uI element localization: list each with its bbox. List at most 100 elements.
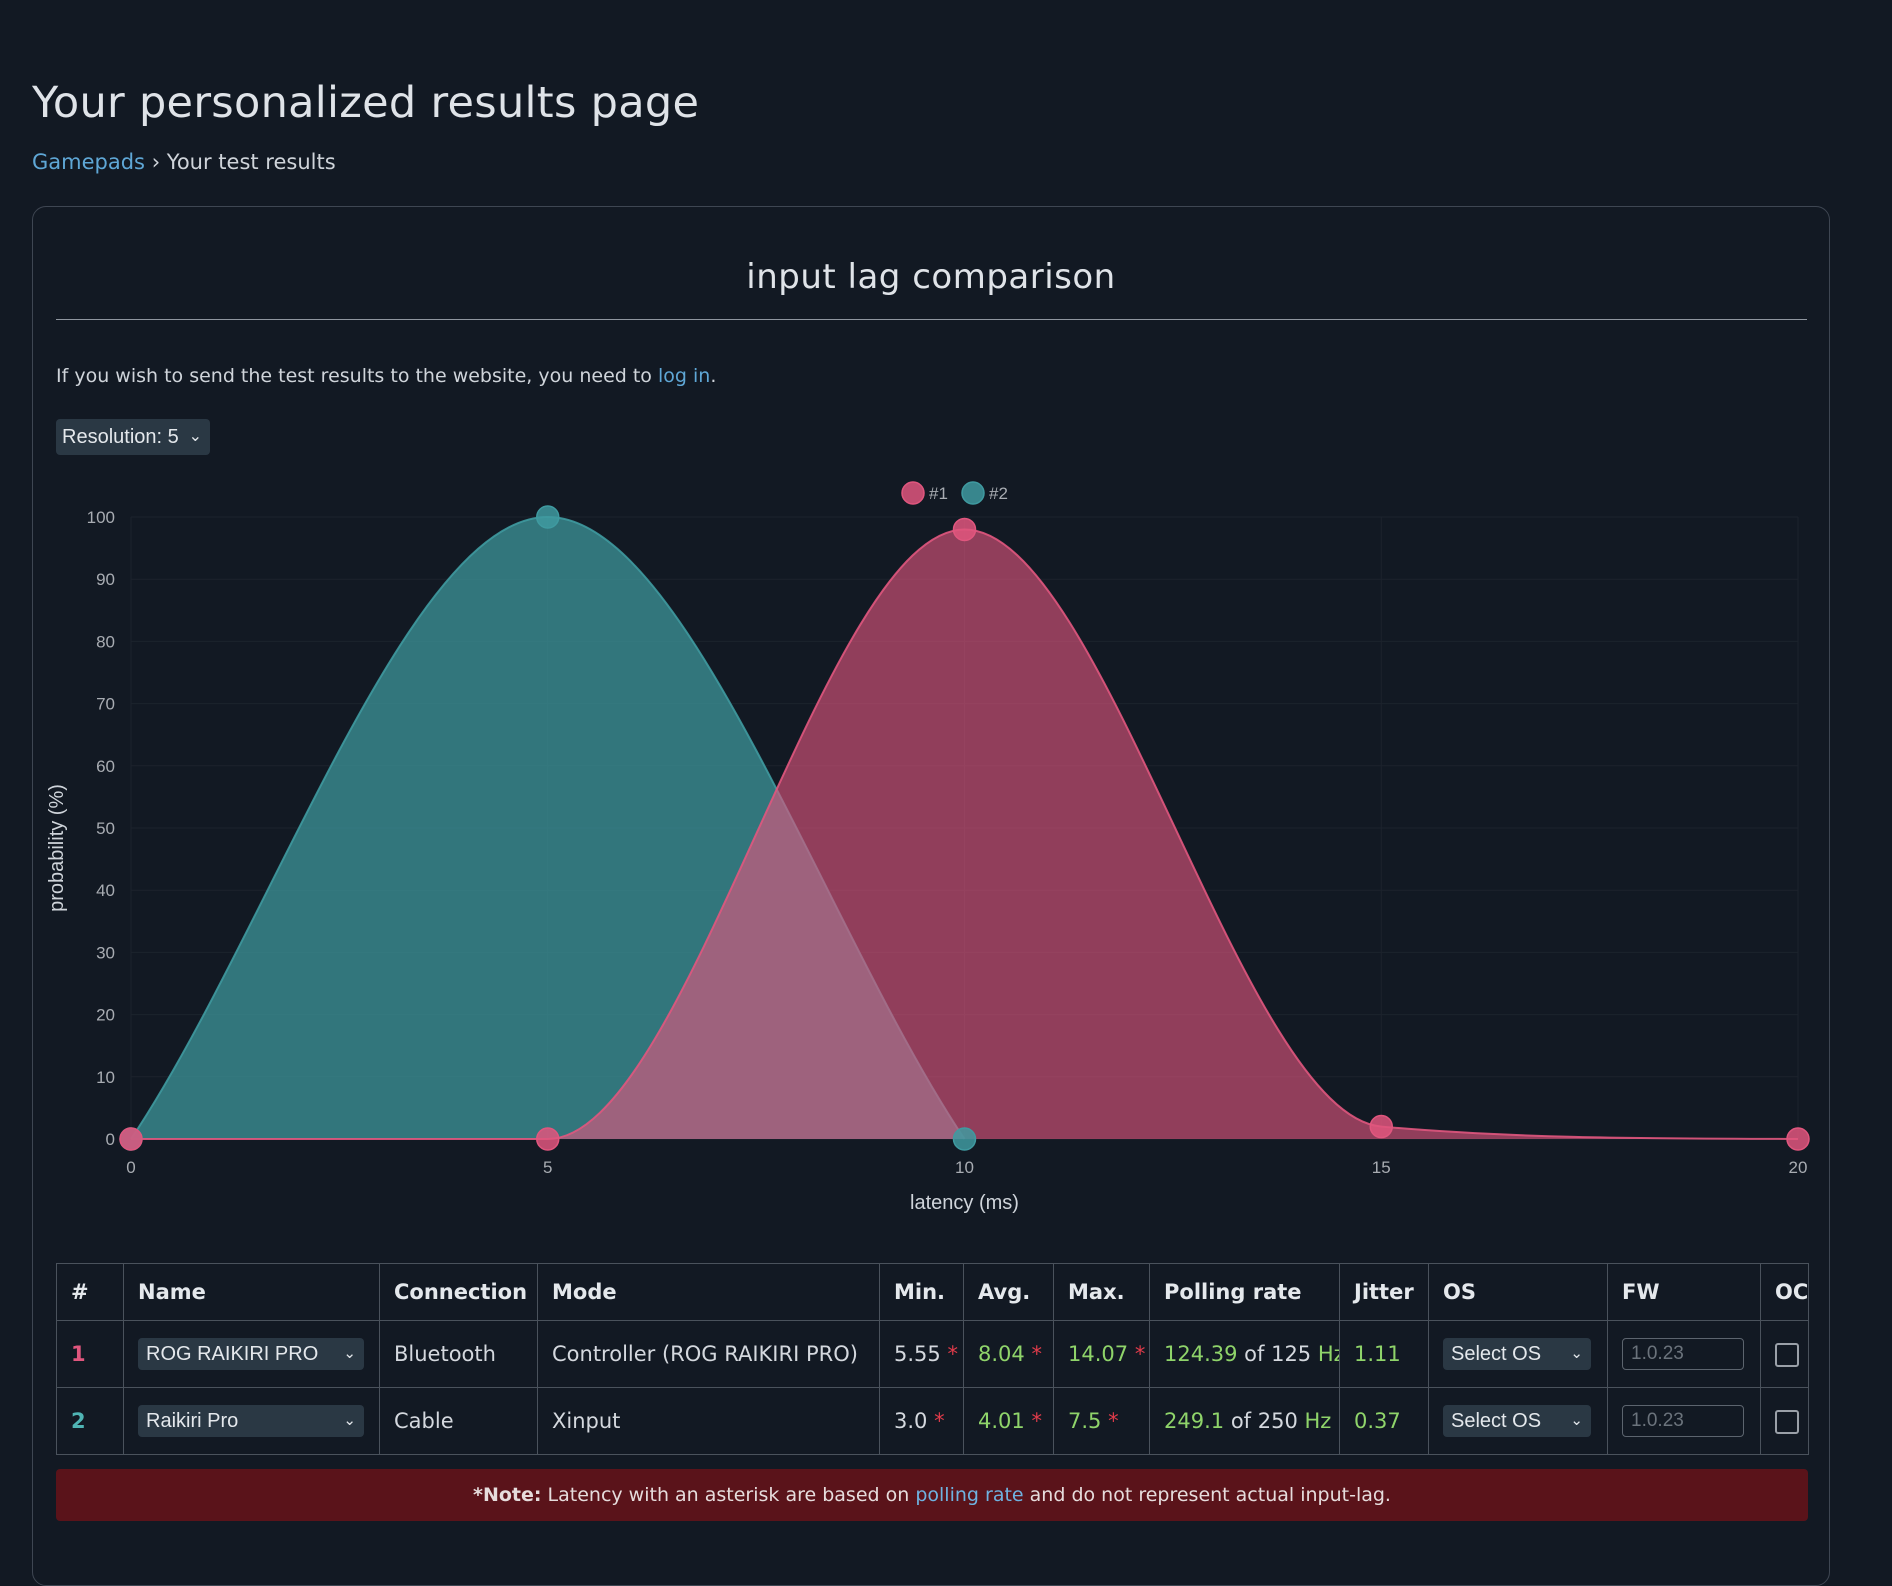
os-cell: Select OS ⌄	[1428, 1387, 1608, 1455]
y-tick-label: 20	[96, 1006, 115, 1025]
y-tick-label: 30	[96, 943, 115, 962]
avg-cell: 8.04 *	[963, 1320, 1054, 1388]
y-tick-label: 50	[96, 819, 115, 838]
asterisk-mark: *	[1134, 1342, 1146, 1366]
y-tick-label: 80	[96, 632, 115, 651]
header-connection: Connection	[379, 1263, 538, 1321]
y-tick-label: 90	[96, 570, 115, 589]
polling-rate-cell: 249.1 of 250 Hz	[1149, 1387, 1340, 1455]
data-point	[536, 505, 560, 529]
max-value: 7.5	[1068, 1409, 1102, 1433]
chart-legend: #1 #2	[901, 481, 1008, 505]
device-name-value: ROG RAIKIRI PRO	[146, 1343, 319, 1365]
asterisk-mark: *	[934, 1409, 945, 1433]
y-tick-label: 40	[96, 881, 115, 900]
polling-unit: Hz	[1304, 1409, 1332, 1433]
chart-y-ticks: 0 10 20 30 40 50 60 70 80 90 100	[87, 508, 115, 1149]
avg-value: 8.04	[978, 1342, 1025, 1366]
row-number: 2	[56, 1387, 124, 1455]
y-tick-label: 100	[87, 508, 115, 527]
table-row: 1 ROG RAIKIRI PRO ⌄ Bluetooth Controller…	[56, 1320, 1809, 1388]
oc-checkbox[interactable]	[1775, 1409, 1799, 1434]
chevron-down-icon: ⌄	[343, 1345, 356, 1362]
name-cell: Raikiri Pro ⌄	[123, 1387, 380, 1455]
connection-cell: Cable	[379, 1387, 538, 1455]
name-cell: ROG RAIKIRI PRO ⌄	[123, 1320, 380, 1388]
fw-cell	[1607, 1320, 1761, 1388]
asterisk-mark: *	[1031, 1409, 1042, 1433]
results-card: input lag comparison If you wish to send…	[32, 206, 1830, 1586]
x-tick-label: 15	[1372, 1158, 1391, 1177]
header-oc: OC	[1760, 1263, 1809, 1321]
asterisk-mark: *	[1031, 1342, 1042, 1366]
asterisk-mark: *	[947, 1342, 958, 1366]
header-polling-rate: Polling rate	[1149, 1263, 1340, 1321]
data-point	[536, 1127, 560, 1151]
max-cell: 14.07 *	[1053, 1320, 1150, 1388]
header-mode: Mode	[537, 1263, 880, 1321]
y-tick-label: 70	[96, 695, 115, 714]
x-tick-label: 0	[126, 1158, 135, 1177]
os-select-value: Select OS	[1451, 1343, 1542, 1365]
polling-of: of 125	[1244, 1342, 1312, 1366]
os-select[interactable]: Select OS ⌄	[1443, 1338, 1591, 1370]
avg-value: 4.01	[978, 1409, 1025, 1433]
oc-cell	[1760, 1320, 1809, 1388]
header-jitter: Jitter	[1339, 1263, 1429, 1321]
oc-cell	[1760, 1387, 1809, 1455]
breadcrumb: Gamepads › Your test results	[32, 150, 336, 174]
min-cell: 5.55 *	[879, 1320, 964, 1388]
breadcrumb-current: Your test results	[166, 150, 336, 174]
table-row: 2 Raikiri Pro ⌄ Cable Xinput 3.0 * 4.01 …	[56, 1387, 1809, 1455]
device-name-select[interactable]: Raikiri Pro ⌄	[138, 1405, 364, 1437]
latency-chart: 0 10 20 30 40 50 60 70 80 90 100 0 5 10 15 20 #1 #2 lat…	[46, 481, 1810, 1214]
polling-of: of 250	[1230, 1409, 1298, 1433]
data-point	[119, 1127, 143, 1151]
breadcrumb-separator: ›	[151, 150, 161, 174]
header-min: Min.	[879, 1263, 964, 1321]
data-point	[1369, 1114, 1393, 1139]
header-os: OS	[1428, 1263, 1608, 1321]
data-point	[952, 1127, 977, 1151]
polling-value: 249.1	[1164, 1409, 1225, 1433]
min-value: 5.55	[894, 1342, 941, 1366]
legend-label: #2	[989, 484, 1008, 503]
mode-cell: Controller (ROG RAIKIRI PRO)	[537, 1320, 880, 1388]
x-tick-label: 5	[543, 1158, 552, 1177]
polling-value: 124.39	[1164, 1342, 1238, 1366]
data-point	[952, 517, 977, 542]
asterisk-note: *Note: Latency with an asterisk are base…	[56, 1469, 1808, 1521]
min-value: 3.0	[894, 1409, 928, 1433]
breadcrumb-gamepads-link[interactable]: Gamepads	[32, 150, 145, 174]
mode-cell: Xinput	[537, 1387, 880, 1455]
y-tick-label: 60	[96, 757, 115, 776]
header-fw: FW	[1607, 1263, 1761, 1321]
page-title: Your personalized results page	[32, 78, 700, 128]
legend-marker	[961, 481, 985, 505]
chevron-down-icon: ⌄	[1570, 1345, 1583, 1362]
connection-cell: Bluetooth	[379, 1320, 538, 1388]
jitter-cell: 1.11	[1339, 1320, 1429, 1388]
device-name-select[interactable]: ROG RAIKIRI PRO ⌄	[138, 1338, 364, 1370]
fw-cell	[1607, 1387, 1761, 1455]
legend-label: #1	[929, 484, 948, 503]
x-tick-label: 20	[1789, 1158, 1808, 1177]
note-text-before: Latency with an asterisk are based on	[547, 1484, 910, 1506]
polling-rate-cell: 124.39 of 125 Hz	[1149, 1320, 1340, 1388]
y-tick-label: 0	[106, 1130, 115, 1149]
header-num: #	[56, 1263, 124, 1321]
polling-unit: Hz	[1317, 1342, 1339, 1366]
os-select[interactable]: Select OS ⌄	[1443, 1405, 1591, 1437]
fw-input[interactable]	[1622, 1338, 1744, 1370]
y-tick-label: 10	[96, 1068, 115, 1087]
asterisk-mark: *	[1108, 1409, 1119, 1433]
fw-input[interactable]	[1622, 1405, 1744, 1437]
jitter-cell: 0.37	[1339, 1387, 1429, 1455]
oc-checkbox[interactable]	[1775, 1342, 1799, 1367]
data-point	[1786, 1127, 1810, 1151]
x-tick-label: 10	[955, 1158, 974, 1177]
chevron-down-icon: ⌄	[1570, 1412, 1583, 1429]
avg-cell: 4.01 *	[963, 1387, 1054, 1455]
header-name: Name	[123, 1263, 380, 1321]
polling-rate-link[interactable]: polling rate	[915, 1484, 1023, 1506]
